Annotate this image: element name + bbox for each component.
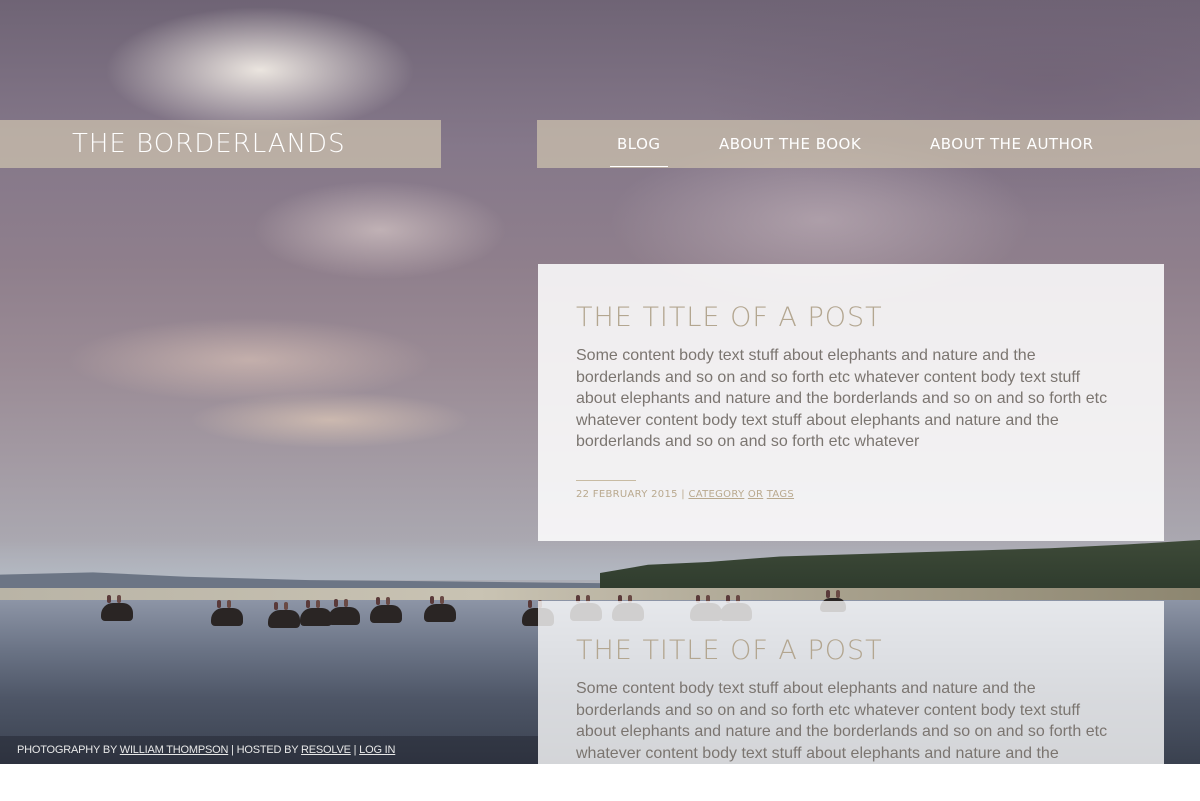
photo-credit-label: PHOTOGRAPHY BY [17,744,117,756]
elephant [424,596,456,622]
post-title[interactable]: THE TITLE OF A POST [576,264,1126,333]
site-title[interactable]: THE BORDERLANDS [72,120,346,168]
login-link[interactable]: LOG IN [359,744,395,756]
host-link[interactable]: RESOLVE [301,744,351,756]
footer-credits: PHOTOGRAPHY BY WILLIAM THOMPSON | HOSTED… [17,736,395,764]
category-link[interactable]: CATEGORY [688,489,744,500]
post-date: 22 FEBRUARY 2015 [576,488,678,500]
elephant [370,597,402,623]
post-divider [576,479,636,481]
post-body: Some content body text stuff about eleph… [576,680,1108,762]
elephant [328,599,360,625]
post-card: THE TITLE OF A POST Some content body te… [538,264,1164,541]
or-link[interactable]: OR [748,489,763,500]
tags-link[interactable]: TAGS [767,489,794,500]
nav-link-about-the-author[interactable]: ABOUT THE AUTHOR [930,120,1094,166]
post-title[interactable]: THE TITLE OF A POST [576,601,1126,666]
nav-link-about-the-book[interactable]: ABOUT THE BOOK [719,120,861,166]
post-card: THE TITLE OF A POST Some content body te… [538,601,1164,801]
meta-separator: | [681,488,685,500]
post-body: Some content body text stuff about eleph… [576,347,1108,450]
elephant [101,595,133,621]
brand-bar: THE BORDERLANDS [0,120,441,168]
hosted-by-label: | HOSTED BY [231,744,299,756]
elephant [268,602,300,628]
main-nav: BLOG ABOUT THE BOOK ABOUT THE AUTHOR [537,120,1200,168]
elephant [211,600,243,626]
nav-link-blog[interactable]: BLOG [610,120,668,167]
post-meta: 22 FEBRUARY 2015 | CATEGORY OR TAGS [576,489,1126,500]
site-footer: PHOTOGRAPHY BY WILLIAM THOMPSON | HOSTED… [0,736,538,764]
photographer-link[interactable]: WILLIAM THOMPSON [120,744,229,756]
footer-separator: | [353,744,357,756]
